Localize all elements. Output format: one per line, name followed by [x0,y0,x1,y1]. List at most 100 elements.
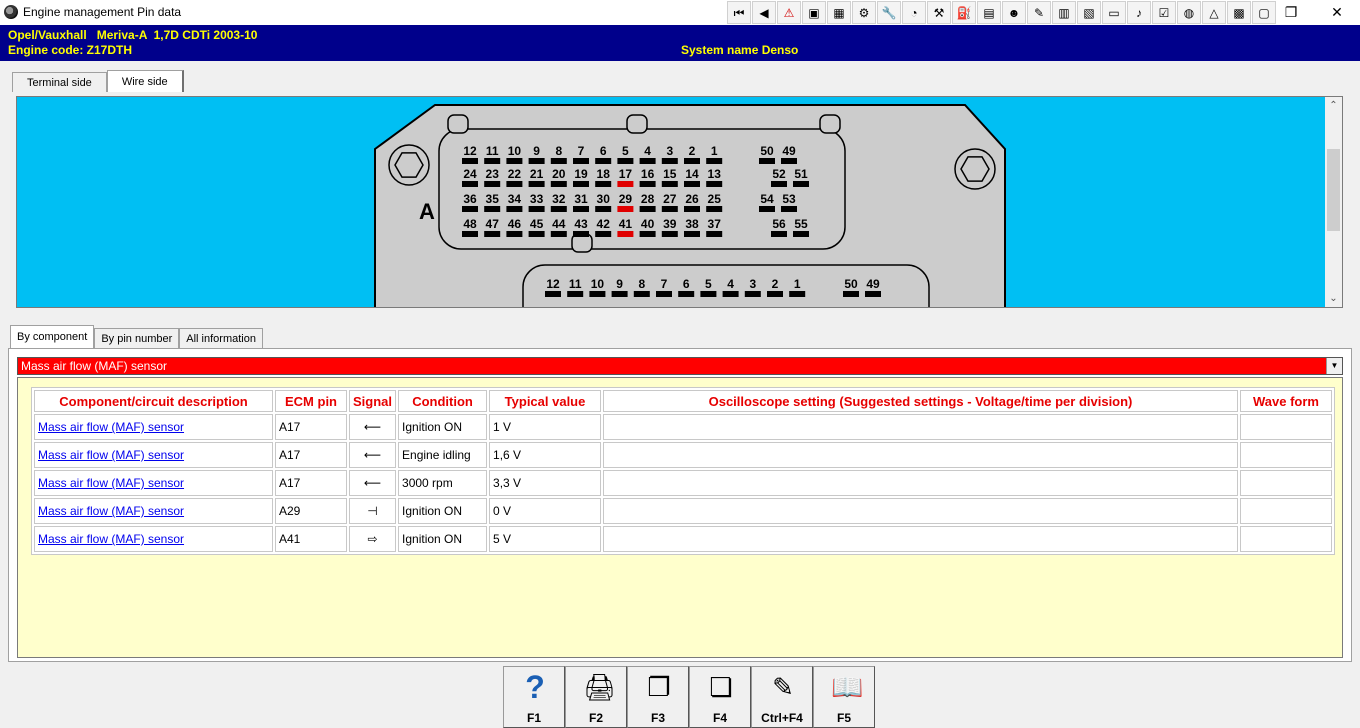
ecm-pin-cell: A17 [275,442,347,468]
pencil-icon[interactable]: ✎ [1027,1,1051,24]
table-row: Mass air flow (MAF) sensor A17 ⟵ Engine idl… [34,442,1332,468]
function-key-label: F5 [836,711,851,725]
pin-number-label: 44 [552,217,566,231]
tab-all-information[interactable]: All information [179,328,263,348]
chart-icon[interactable]: ▥ [1052,1,1076,24]
function-button-ctrl-f4[interactable]: ✎ Ctrl+F4 [751,666,813,728]
pin-number-label: 9 [616,277,623,291]
bell-icon[interactable]: ♪ [1127,1,1151,24]
pin-terminal [506,158,523,164]
pin-number-label: 33 [530,192,544,206]
pin-number-label: 18 [597,167,611,181]
pin-number-label: 12 [463,144,477,158]
function-button-f5[interactable]: 📖 F5 [813,666,875,728]
pin-number-label: 11 [569,277,582,291]
chevron-down-icon[interactable]: ▼ [1326,358,1342,374]
output-arrow-icon: ⇨ [367,532,378,546]
system-name: System name Denso [681,43,799,57]
pin-number-label: 50 [844,277,858,291]
pin-terminal [573,231,589,237]
tab-wire-side[interactable]: Wire side [106,70,184,92]
function-button-f4[interactable]: ❏ F4 [689,666,751,728]
pin-terminal [595,181,612,187]
pin-number-label: 5 [705,277,712,291]
restore-icon[interactable]: ❐ [1268,0,1314,25]
scroll-up-icon[interactable]: ⌃ [1325,97,1342,114]
component-panel: Mass air flow (MAF) sensor ▼ Component/c… [8,348,1352,662]
component-link[interactable]: Mass air flow (MAF) sensor [38,476,184,490]
table-icon[interactable]: ▧ [1077,1,1101,24]
function-key-label: Ctrl+F4 [761,711,803,725]
scroll-down-icon[interactable]: ⌄ [1325,290,1342,307]
table-row: Mass air flow (MAF) sensor A17 ⟵ 3000 rpm 3,… [34,470,1332,496]
people-icon[interactable]: ☻ [1002,1,1026,24]
pin-terminal [789,291,806,297]
clock-icon[interactable]: ◔ [902,1,926,24]
copy-window-icon: ❏ [709,672,733,702]
first-page-icon[interactable]: ⏮ [727,1,751,24]
component-select[interactable]: Mass air flow (MAF) sensor ▼ [17,357,1343,375]
ecm-pin-cell: A17 [275,414,347,440]
pin-number-label: 28 [641,192,655,206]
pin-number-label: 37 [708,217,722,231]
pin-terminal [484,181,501,187]
fuel-icon[interactable]: ⛽ [952,1,976,24]
function-button-f2[interactable]: 🖨 F2 [565,666,627,728]
diagram-scrollbar[interactable]: ⌃ ⌄ [1325,97,1342,307]
tool-icon[interactable]: ⚒ [927,1,951,24]
pin-number-label: 52 [772,167,786,181]
pin-number-label: 4 [727,277,734,291]
previous-icon[interactable]: ◀ [752,1,776,24]
scroll-thumb[interactable] [1327,149,1340,231]
pin-terminal [661,206,678,212]
pin-terminal [633,291,650,297]
wrench-icon[interactable]: 🔧 [877,1,901,24]
connector-svg: A12 11 10 9 8 7 6 5 4 3 2 124 23 22 21 20 19 18 17 16 15 14 13… [374,104,1006,307]
cassette-icon[interactable]: ▩ [1227,1,1251,24]
close-icon[interactable]: ✕ [1314,0,1360,25]
col-typical-value: Typical value [489,390,602,412]
vehicle-header: Opel/Vauxhall Meriva-A 1,7D CDTi 2003-10… [0,25,1360,61]
gear-icon[interactable]: ⚙ [852,1,876,24]
garage-icon[interactable]: ▤ [977,1,1001,24]
pin-terminal [528,158,545,164]
component-link[interactable]: Mass air flow (MAF) sensor [38,420,184,434]
tab-by-component[interactable]: By component [10,325,95,348]
pin-terminal [528,206,545,212]
vehicle-name: Opel/Vauxhall Meriva-A 1,7D CDTi 2003-10 [8,28,258,42]
wave-form-cell [1240,526,1332,552]
connector-latch [626,114,648,134]
component-link[interactable]: Mass air flow (MAF) sensor [38,504,184,518]
typical-value-cell: 0 V [489,498,602,524]
pin-terminal [611,291,628,297]
map-icon[interactable]: ▦ [827,1,851,24]
tab-by-pin-number[interactable]: By pin number [94,328,180,348]
pin-terminal [462,231,478,237]
computer-icon[interactable]: ▭ [1102,1,1126,24]
pin-terminal [550,181,567,187]
pin-terminal [684,206,700,212]
globe-icon[interactable]: ◍ [1177,1,1201,24]
condition-cell: Engine idling [398,442,488,468]
pin-number-label: 9 [533,144,540,158]
caution-icon[interactable]: △ [1202,1,1226,24]
tab-terminal-side[interactable]: Terminal side [12,72,107,92]
function-button-f1[interactable]: ? F1 [503,666,565,728]
function-key-label: F4 [712,711,727,725]
typical-value-cell: 1,6 V [489,442,602,468]
pin-number-label: 48 [463,217,477,231]
condition-cell: Ignition ON [398,414,488,440]
pin-number-label: 21 [530,167,544,181]
pin-terminal [722,291,739,297]
component-link[interactable]: Mass air flow (MAF) sensor [38,448,184,462]
checklist-icon[interactable]: ☑ [1152,1,1176,24]
pin-number-label: 15 [663,167,677,181]
warning-icon[interactable]: ⚠ [777,1,801,24]
pin-number-label: 27 [663,192,677,206]
wave-form-cell [1240,498,1332,524]
pin-number-label: 40 [641,217,655,231]
flag-icon[interactable]: ▣ [802,1,826,24]
pin-terminal [545,291,561,297]
function-button-f3[interactable]: ❐ F3 [627,666,689,728]
component-link[interactable]: Mass air flow (MAF) sensor [38,532,184,546]
